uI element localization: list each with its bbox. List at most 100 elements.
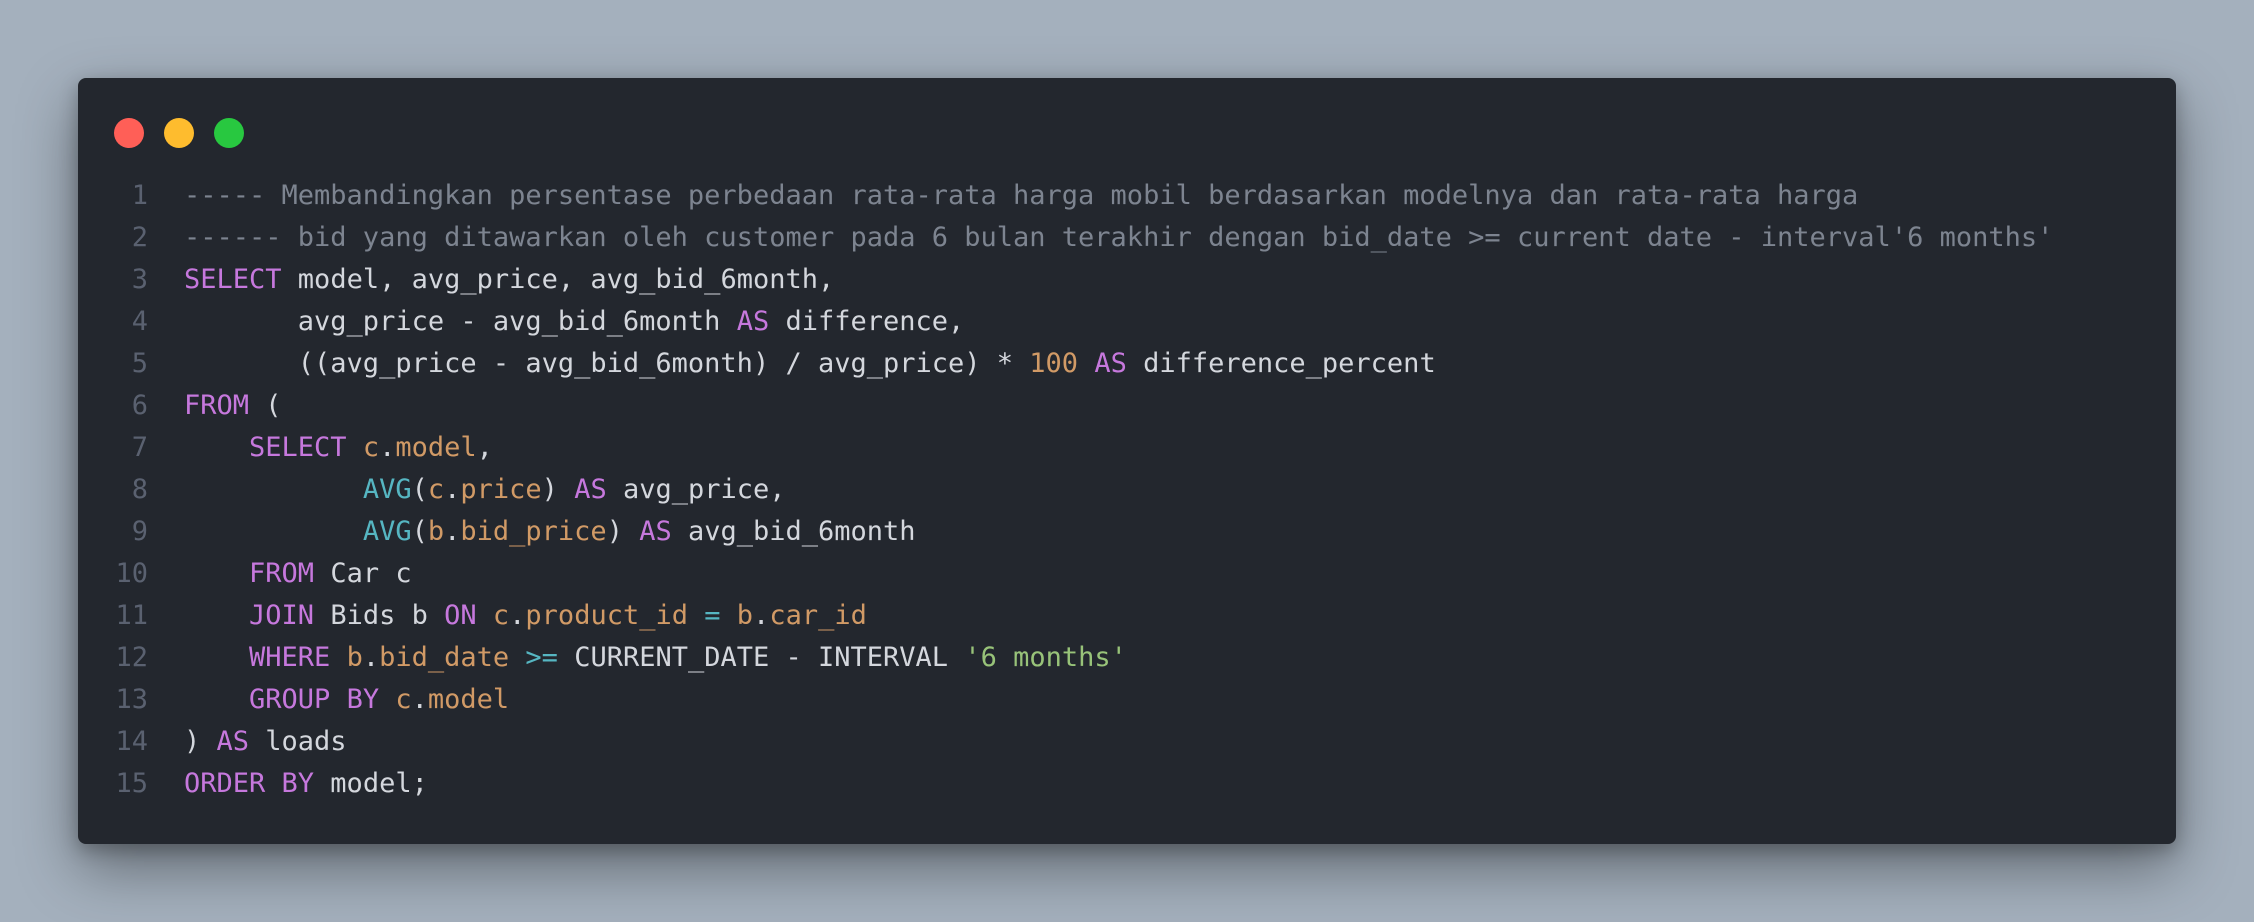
line-number: 2 xyxy=(131,222,148,253)
text-token: ) xyxy=(541,474,575,505)
line-number: 1 xyxy=(131,180,148,211)
text-token: . xyxy=(444,516,461,547)
identifier-token: bid_date xyxy=(379,642,510,673)
zoom-button[interactable] xyxy=(214,118,244,148)
text-token: ((avg_price - avg_bid_6month) / avg_pric… xyxy=(184,348,1030,379)
code-text: FROM Car c xyxy=(148,553,412,595)
comment-token: ------ bid yang ditawarkan oleh customer… xyxy=(184,222,2054,253)
code-line: 1 ----- Membandingkan persentase perbedaa… xyxy=(78,175,2176,217)
code-text: ((avg_price - avg_bid_6month) / avg_pric… xyxy=(148,343,1436,385)
line-number: 11 xyxy=(115,600,148,631)
keyword-token: SELECT xyxy=(249,432,347,463)
text-token: ( xyxy=(411,474,428,505)
keyword-token: WHERE xyxy=(249,642,331,673)
identifier-token: product_id xyxy=(525,600,688,631)
code-block: 1 ----- Membandingkan persentase perbedaa… xyxy=(78,175,2176,805)
code-text: FROM ( xyxy=(148,385,282,427)
text-token: avg_price, xyxy=(606,474,786,505)
text-token: . xyxy=(444,474,461,505)
identifier-token: c xyxy=(362,432,380,463)
identifier-token: c xyxy=(492,600,510,631)
window-controls xyxy=(114,118,244,148)
code-text: SELECT model, avg_price, avg_bid_6month, xyxy=(148,259,834,301)
identifier-token: price xyxy=(460,474,542,505)
line-number: 15 xyxy=(115,768,148,799)
text-token: . xyxy=(411,684,428,715)
text-token: . xyxy=(379,432,396,463)
keyword-token: GROUP BY xyxy=(249,684,380,715)
line-number: 8 xyxy=(131,474,148,505)
line-number: 4 xyxy=(131,306,148,337)
line-number: 10 xyxy=(115,558,148,589)
line-number: 12 xyxy=(115,642,148,673)
code-line: 2 ------ bid yang ditawarkan oleh custome… xyxy=(78,217,2176,259)
code-line: 5 ((avg_price - avg_bid_6month) / avg_pr… xyxy=(78,343,2176,385)
code-text: ------ bid yang ditawarkan oleh customer… xyxy=(148,217,2053,259)
keyword-token: ORDER BY xyxy=(184,768,315,799)
code-line: 11 JOIN Bids b ON c.product_id = b.car_i… xyxy=(78,595,2176,637)
minimize-button[interactable] xyxy=(164,118,194,148)
function-token: AVG xyxy=(362,474,412,505)
text-token: , xyxy=(476,432,493,463)
keyword-token: ON xyxy=(444,600,477,631)
text-token: Bids b xyxy=(314,600,445,631)
text-token: ) xyxy=(606,516,640,547)
text-token: difference_percent xyxy=(1126,348,1436,379)
identifier-token: c xyxy=(395,684,412,715)
code-line: 3 SELECT model, avg_price, avg_bid_6month… xyxy=(78,259,2176,301)
keyword-token: FROM xyxy=(184,390,250,421)
identifier-token: model xyxy=(395,432,477,463)
code-text: JOIN Bids b ON c.product_id = b.car_id xyxy=(148,595,867,637)
code-line: 8 AVG(c.price) AS avg_price, xyxy=(78,469,2176,511)
text-token: ( xyxy=(249,390,282,421)
text-token: model; xyxy=(314,768,428,799)
line-number: 13 xyxy=(115,684,148,715)
code-text: WHERE b.bid_date >= CURRENT_DATE - INTER… xyxy=(148,637,1127,679)
identifier-token: b xyxy=(346,642,363,673)
text-token: Car c xyxy=(314,558,412,589)
code-text: AVG(b.bid_price) AS avg_bid_6month xyxy=(148,511,916,553)
line-number: 6 xyxy=(131,390,148,421)
code-line: 10 FROM Car c xyxy=(78,553,2176,595)
operator-token: >= xyxy=(525,642,558,673)
code-line: 14) AS loads xyxy=(78,721,2176,763)
code-line: 6 FROM ( xyxy=(78,385,2176,427)
line-number: 9 xyxy=(131,516,148,547)
keyword-token: AS xyxy=(639,516,672,547)
code-line: 4 avg_price - avg_bid_6month AS differen… xyxy=(78,301,2176,343)
identifier-token: b xyxy=(736,600,754,631)
code-text: ----- Membandingkan persentase perbedaan… xyxy=(148,175,1858,217)
keyword-token: FROM xyxy=(249,558,315,589)
code-text: ) AS loads xyxy=(148,721,347,763)
text-token: avg_price - avg_bid_6month xyxy=(184,306,737,337)
code-text: AVG(c.price) AS avg_price, xyxy=(148,469,786,511)
text-token: CURRENT_DATE - INTERVAL xyxy=(557,642,965,673)
text-token: . xyxy=(509,600,526,631)
identifier-token: b xyxy=(427,516,445,547)
string-token: '6 months' xyxy=(964,642,1127,673)
code-line: 13 GROUP BY c.model xyxy=(78,679,2176,721)
operator-token: = xyxy=(704,600,721,631)
text-token: difference, xyxy=(769,306,965,337)
text-token: avg_bid_6month xyxy=(671,516,916,547)
keyword-token: SELECT xyxy=(184,264,282,295)
identifier-token: c xyxy=(427,474,445,505)
close-button[interactable] xyxy=(114,118,144,148)
code-line: 7 SELECT c.model, xyxy=(78,427,2176,469)
code-line: 12 WHERE b.bid_date >= CURRENT_DATE - IN… xyxy=(78,637,2176,679)
number-token: 100 xyxy=(1029,348,1079,379)
code-text: avg_price - avg_bid_6month AS difference… xyxy=(148,301,965,343)
text-token: ( xyxy=(411,516,428,547)
code-text: GROUP BY c.model xyxy=(148,679,509,721)
